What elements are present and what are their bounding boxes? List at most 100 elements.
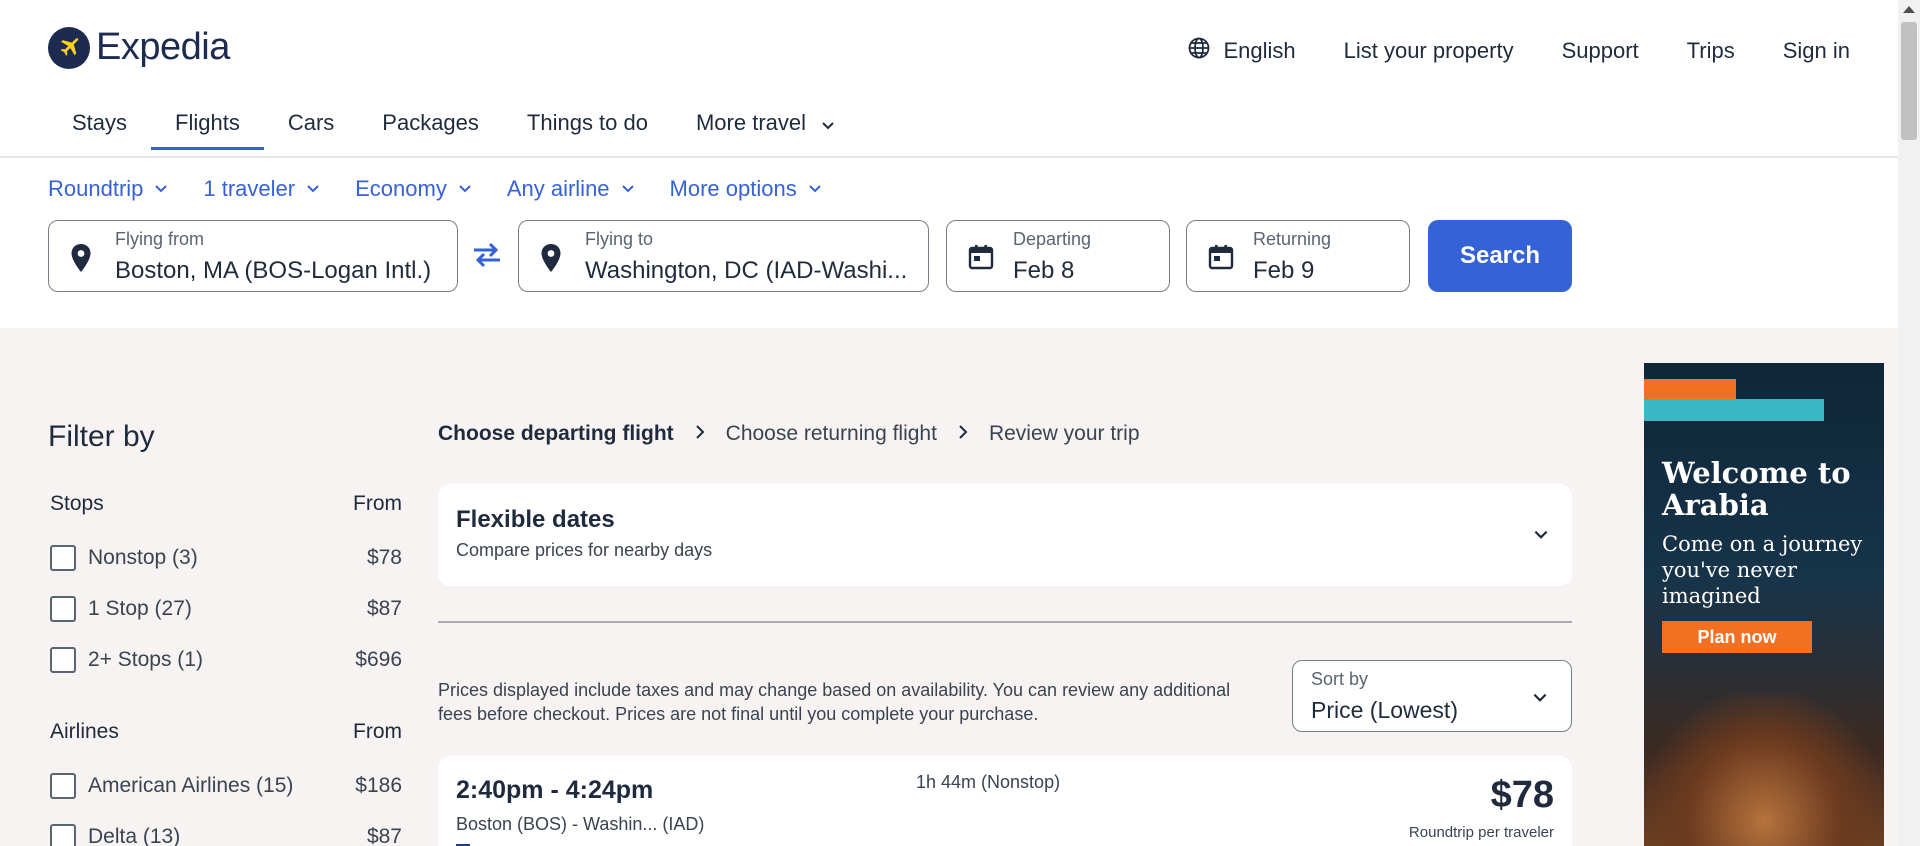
site-header: Expedia English List your property Suppo…: [0, 0, 1898, 158]
more-options-label: More options: [669, 176, 797, 201]
tab-label: Cars: [287, 110, 335, 135]
tab-more-travel[interactable]: More travel: [672, 98, 860, 150]
chevron-down-icon: [809, 185, 821, 193]
tab-cars[interactable]: Cars: [264, 98, 358, 150]
cabin-class-dropdown[interactable]: Economy: [355, 176, 473, 202]
chevron-right-icon: [957, 422, 969, 446]
divider: [438, 621, 1572, 623]
chevron-down-icon: [621, 185, 634, 193]
checkbox[interactable]: [50, 823, 76, 846]
airline-label: Any airline: [506, 176, 610, 201]
page-scrollbar[interactable]: [1898, 0, 1920, 846]
breadcrumb-step: Review your trip: [988, 422, 1140, 445]
trip-type-label: Roundtrip: [48, 176, 144, 201]
map-pin-icon: [539, 243, 563, 278]
language-label: English: [1223, 38, 1296, 63]
tab-things-to-do[interactable]: Things to do: [503, 98, 672, 150]
chevron-down-icon: [155, 185, 168, 193]
filter-option-american-airlines[interactable]: American Airlines (15) $186: [50, 760, 402, 811]
sort-dropdown[interactable]: Sort by Price (Lowest): [1292, 660, 1572, 732]
checkbox[interactable]: [50, 595, 76, 622]
checkbox[interactable]: [50, 544, 76, 571]
flight-duration: 1h 44m (Nonstop): [916, 772, 1061, 792]
swap-locations-button[interactable]: [470, 240, 504, 275]
ad-cta-button[interactable]: Plan now: [1662, 621, 1812, 653]
top-nav: English List your property Support Trips…: [1187, 36, 1850, 66]
filter-title: Filter by: [48, 420, 155, 453]
departing-date-field[interactable]: Departing Feb 8: [946, 220, 1170, 292]
filter-option-label: 2+ Stops (1): [88, 647, 203, 671]
travelers-dropdown[interactable]: 1 traveler: [203, 176, 321, 202]
filter-option-price: $87: [366, 824, 402, 846]
breadcrumb-step: Choose returning flight: [725, 422, 937, 445]
filter-option-1-stop[interactable]: 1 Stop (27) $87: [50, 583, 402, 634]
ad-image: [1644, 693, 1884, 846]
flight-times: 2:40pm - 4:24pm: [456, 776, 654, 804]
filter-option-label: Delta (13): [88, 824, 181, 846]
scroll-up-arrow-icon[interactable]: [1903, 6, 1915, 13]
calendar-icon: [967, 243, 995, 276]
flexible-dates-panel[interactable]: Flexible dates Compare prices for nearby…: [438, 484, 1572, 586]
stops-heading: Stops: [50, 492, 104, 515]
tab-label: Stays: [72, 110, 128, 135]
filter-option-price: $87: [366, 596, 402, 620]
from-heading: From: [353, 720, 402, 743]
tab-packages[interactable]: Packages: [358, 98, 503, 150]
chevron-down-icon: [307, 185, 319, 193]
flight-result-card[interactable]: 2:40pm - 4:24pm Boston (BOS) - Washin...…: [438, 756, 1572, 846]
filter-option-price: $78: [366, 545, 402, 569]
results-area: Filter by Stops From Nonstop (3) $78 1 S…: [0, 328, 1898, 846]
expedia-logo[interactable]: Expedia: [48, 26, 230, 69]
chevron-down-icon: [1532, 526, 1550, 549]
chevron-down-icon: [820, 114, 836, 140]
advertisement-banner[interactable]: Welcome to Arabia Come on a journey you'…: [1644, 363, 1884, 846]
returning-label: Returning: [1253, 229, 1332, 249]
language-selector[interactable]: English: [1187, 36, 1296, 66]
sort-label: Sort by: [1311, 669, 1369, 689]
tab-label: Packages: [382, 110, 479, 135]
filter-option-price: $186: [355, 773, 402, 797]
airline-dropdown[interactable]: Any airline: [507, 176, 636, 202]
filter-option-price: $696: [355, 647, 402, 671]
flying-to-field[interactable]: Flying to Washington, DC (IAD-Washi...: [518, 220, 929, 292]
product-tabs: Stays Flights Cars Packages Things to do…: [48, 98, 860, 150]
tab-stays[interactable]: Stays: [48, 98, 151, 150]
sign-in-link[interactable]: Sign in: [1783, 38, 1850, 64]
booking-breadcrumb: Choose departing flight Choose returning…: [438, 422, 1140, 446]
flight-route: Boston (BOS) - Washin... (IAD): [456, 814, 705, 834]
search-button[interactable]: Search: [1428, 220, 1572, 292]
flexible-dates-subtitle: Compare prices for nearby days: [456, 540, 713, 560]
chevron-down-icon: [1533, 693, 1547, 702]
filter-option-label: 1 Stop (27): [88, 596, 192, 620]
cabin-class-label: Economy: [355, 176, 447, 201]
more-options-dropdown[interactable]: More options: [670, 176, 823, 202]
ad-decoration: [1644, 379, 1736, 399]
travelers-label: 1 traveler: [203, 176, 296, 201]
airlines-filter-header: Airlines From: [50, 720, 402, 744]
ad-headline: Welcome to Arabia: [1662, 456, 1851, 522]
flight-price: $78: [1490, 774, 1554, 816]
tab-label: Flights: [175, 110, 240, 135]
trip-type-dropdown[interactable]: Roundtrip: [48, 176, 169, 202]
support-link[interactable]: Support: [1562, 38, 1639, 64]
globe-icon: [1187, 36, 1211, 66]
tab-label: More travel: [695, 110, 807, 135]
filter-option-delta[interactable]: Delta (13) $87: [50, 811, 402, 846]
airlines-heading: Airlines: [50, 720, 119, 743]
ad-decoration: [1644, 399, 1824, 421]
chevron-right-icon: [694, 422, 706, 446]
filter-option-2-plus-stops[interactable]: 2+ Stops (1) $696: [50, 634, 402, 685]
search-options: Roundtrip 1 traveler Economy Any airline…: [48, 176, 857, 202]
list-property-link[interactable]: List your property: [1344, 38, 1514, 64]
flying-from-field[interactable]: Flying from Boston, MA (BOS-Logan Intl.): [48, 220, 458, 292]
tab-flights[interactable]: Flights: [151, 98, 264, 150]
flexible-dates-title: Flexible dates: [456, 506, 615, 533]
returning-date-field[interactable]: Returning Feb 9: [1186, 220, 1410, 292]
checkbox[interactable]: [50, 772, 76, 799]
logo-text: Expedia: [96, 26, 230, 68]
filter-option-nonstop[interactable]: Nonstop (3) $78: [50, 532, 402, 583]
checkbox[interactable]: [50, 646, 76, 673]
scrollbar-thumb[interactable]: [1901, 22, 1917, 140]
stops-filter: Stops From Nonstop (3) $78 1 Stop (27) $…: [50, 492, 402, 685]
trips-link[interactable]: Trips: [1687, 38, 1735, 64]
